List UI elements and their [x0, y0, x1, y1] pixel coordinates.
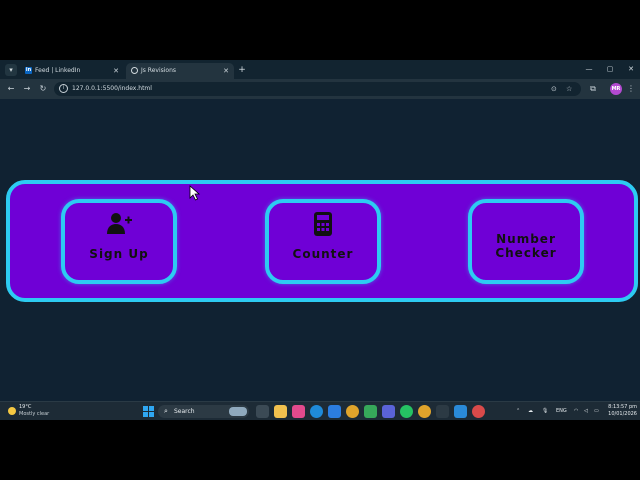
chrome-profile-icon[interactable]	[418, 405, 431, 418]
tab-strip: ▾ in Feed | LinkedIn ✕ Js Revisions ✕ + …	[0, 60, 640, 79]
site-info-icon[interactable]: i	[59, 84, 68, 93]
reload-button[interactable]: ↻	[36, 82, 50, 96]
screen: ▾ in Feed | LinkedIn ✕ Js Revisions ✕ + …	[0, 60, 640, 420]
tab-js-revisions[interactable]: Js Revisions ✕	[126, 63, 234, 79]
maximize-button[interactable]: ▢	[601, 62, 619, 76]
new-tab-button[interactable]: +	[236, 63, 248, 77]
sign-up-label: Sign Up	[89, 247, 149, 261]
number-checker-button[interactable]: Number Checker	[468, 199, 584, 284]
chrome-icon[interactable]	[346, 405, 359, 418]
wifi-icon[interactable]: ◠	[574, 404, 578, 419]
reading-mode-icon[interactable]: ⊙	[551, 82, 557, 96]
extensions-icon[interactable]: ⧉	[586, 82, 600, 96]
globe-icon	[131, 67, 138, 74]
system-clock[interactable]: 8:13:57 pm 10/01/2026	[605, 404, 637, 418]
weather-widget[interactable]: 19°C Mostly clear	[8, 404, 58, 419]
clock-date: 10/01/2026	[608, 411, 637, 417]
bookmark-star-icon[interactable]: ☆	[566, 82, 572, 96]
taskbar: 19°C Mostly clear ⌕ Search ⌃ ☁ 🎙 ENG ◠ ◁…	[0, 401, 640, 420]
show-hidden-icons[interactable]: ⌃	[516, 404, 520, 419]
whatsapp-icon[interactable]	[400, 405, 413, 418]
microphone-icon[interactable]: 🎙	[542, 404, 548, 419]
tab-title: Feed | LinkedIn	[35, 67, 81, 74]
start-button[interactable]	[143, 406, 154, 417]
forward-button[interactable]: →	[20, 82, 34, 96]
store-icon[interactable]	[364, 405, 377, 418]
button-panel: Sign Up Counter Number Checker	[6, 180, 638, 302]
number-checker-label: Number Checker	[495, 232, 557, 260]
user-plus-icon	[65, 211, 173, 237]
mail-icon[interactable]	[328, 405, 341, 418]
url-text: 127.0.0.1:5500/index.html	[72, 85, 152, 92]
back-button[interactable]: ←	[4, 82, 18, 96]
volume-icon[interactable]: ◁	[584, 404, 588, 419]
teams-icon[interactable]	[382, 405, 395, 418]
tab-linkedin[interactable]: in Feed | LinkedIn ✕	[20, 63, 124, 79]
task-view-icon[interactable]	[256, 405, 269, 418]
edge-icon[interactable]	[310, 405, 323, 418]
search-highlight-image	[229, 407, 247, 416]
minimize-button[interactable]: —	[580, 62, 598, 76]
tab-search-button[interactable]: ▾	[5, 64, 17, 76]
vscode-icon[interactable]	[454, 405, 467, 418]
battery-icon[interactable]: ▭	[594, 404, 599, 419]
close-window-button[interactable]: ✕	[622, 62, 640, 76]
terminal-icon[interactable]	[436, 405, 449, 418]
copilot-icon[interactable]	[292, 405, 305, 418]
mouse-pointer-icon	[189, 185, 201, 201]
counter-button[interactable]: Counter	[265, 199, 381, 284]
windows-logo-icon	[143, 406, 148, 411]
linkedin-icon: in	[25, 67, 32, 74]
weather-icon	[8, 407, 16, 415]
language-indicator[interactable]: ENG	[556, 404, 567, 419]
taskbar-search[interactable]: ⌕ Search	[158, 405, 249, 418]
weather-condition: Mostly clear	[19, 411, 50, 417]
chrome-dev-icon[interactable]	[472, 405, 485, 418]
sign-up-button[interactable]: Sign Up	[61, 199, 177, 284]
profile-avatar[interactable]: MR	[610, 83, 622, 95]
search-icon: ⌕	[164, 407, 168, 415]
file-explorer-icon[interactable]	[274, 405, 287, 418]
more-menu-icon[interactable]: ⋮	[624, 82, 638, 96]
clock-time: 8:13:57 pm	[608, 404, 637, 410]
tab-title: Js Revisions	[141, 67, 177, 74]
close-tab-icon[interactable]: ✕	[113, 63, 119, 79]
browser-toolbar: ← → ↻ i 127.0.0.1:5500/index.html ⊙ ☆ ⧉ …	[0, 79, 640, 99]
counter-label: Counter	[292, 247, 354, 261]
weather-temp: 19°C	[19, 404, 32, 410]
address-bar[interactable]: i 127.0.0.1:5500/index.html ⊙ ☆	[54, 82, 581, 96]
calculator-icon	[269, 211, 377, 237]
close-tab-icon[interactable]: ✕	[223, 63, 229, 79]
search-label: Search	[174, 408, 195, 415]
onedrive-icon[interactable]: ☁	[528, 404, 533, 419]
